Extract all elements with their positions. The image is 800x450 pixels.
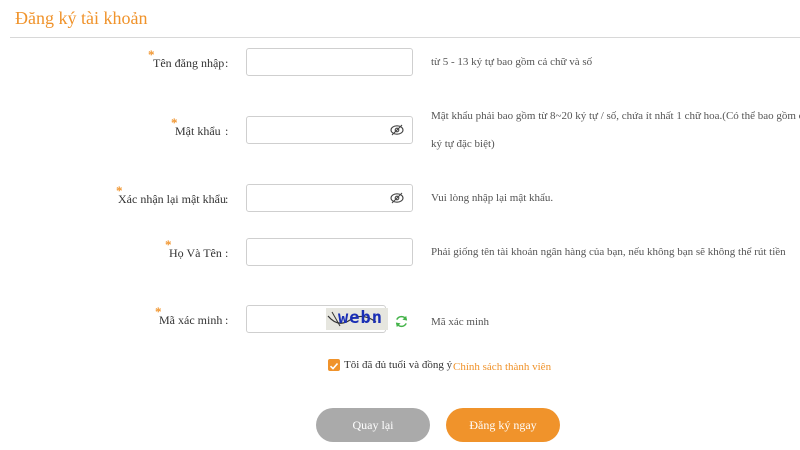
full-name-row: * Họ Và Tên : Phải giống tên tài khoản n… (0, 237, 800, 268)
confirm-password-hint: Vui lòng nhập lại mật khẩu. (431, 192, 554, 204)
colon: : (225, 56, 229, 70)
agree-checkbox[interactable] (328, 359, 340, 371)
full-name-hint: Phải giống tên tài khoản ngân hàng của b… (431, 246, 786, 258)
colon: : (225, 192, 229, 206)
check-icon (329, 362, 339, 370)
title-divider (10, 37, 800, 38)
refresh-icon[interactable] (394, 314, 409, 329)
register-button[interactable]: Đăng ký ngay (446, 408, 560, 442)
agree-text: Tôi đã đủ tuổi và đồng ý (344, 359, 453, 371)
username-row: * Tên đăng nhập : từ 5 - 13 ký tự bao gồ… (0, 47, 800, 78)
password-hint-line2: ký tự đặc biệt) (431, 138, 495, 150)
captcha-row: * Mã xác minh : webn Mã xác minh (0, 304, 800, 335)
password-row: * Mật khẩu : Mật khẩu phải bao gồm từ 8~… (0, 110, 800, 150)
captcha-text: webn (338, 308, 383, 328)
eye-slash-icon[interactable] (390, 191, 404, 205)
member-policy-link[interactable]: Chính sách thành viên (453, 361, 551, 373)
username-field[interactable] (246, 48, 413, 76)
back-button[interactable]: Quay lại (316, 408, 430, 442)
username-label: Tên đăng nhập (153, 56, 225, 70)
captcha-input[interactable] (247, 306, 333, 332)
password-label: Mật khẩu (175, 124, 221, 138)
password-field[interactable] (246, 116, 413, 144)
confirm-password-field[interactable] (246, 184, 413, 212)
captcha-image[interactable]: webn (326, 308, 388, 330)
colon: : (225, 246, 229, 260)
eye-slash-icon[interactable] (390, 123, 404, 137)
full-name-label: Họ Và Tên (169, 246, 222, 260)
password-input[interactable] (247, 117, 393, 143)
captcha-hint: Mã xác minh (431, 316, 490, 328)
full-name-input[interactable] (247, 239, 393, 265)
username-input[interactable] (247, 49, 393, 75)
password-hint-line1: Mật khẩu phải bao gồm từ 8~20 ký tự / số… (431, 110, 800, 122)
confirm-password-label: Xác nhận lại mật khẩu (118, 192, 226, 206)
full-name-field[interactable] (246, 238, 413, 266)
username-hint: từ 5 - 13 ký tự bao gồm cả chữ và số (431, 56, 593, 68)
captcha-label: Mã xác minh (159, 313, 223, 327)
colon: : (225, 124, 229, 138)
colon: : (225, 313, 229, 327)
confirm-password-input[interactable] (247, 185, 393, 211)
confirm-password-row: * Xác nhận lại mật khẩu : Vui lòng nhập … (0, 183, 800, 214)
page-title: Đăng ký tài khoản (15, 8, 148, 28)
